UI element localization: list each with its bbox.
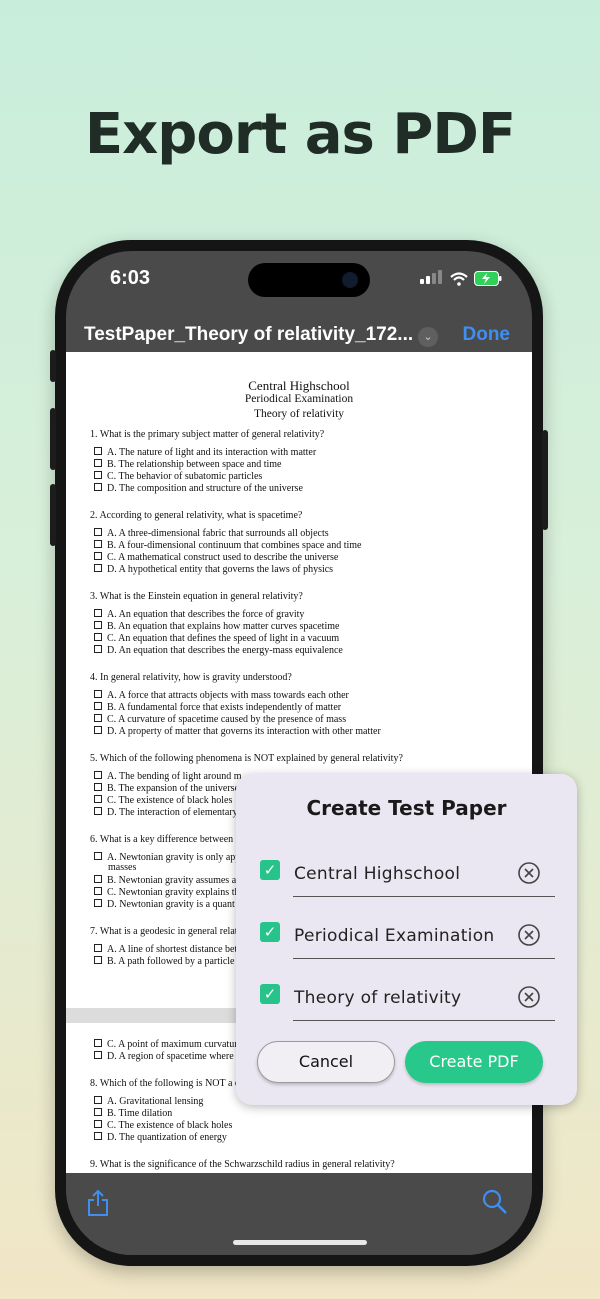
option-item: B. A path followed by a particle (94, 956, 234, 968)
option-item: B. A fundamental force that exists indep… (94, 702, 341, 714)
exam-field[interactable]: Periodical Examination (294, 926, 494, 946)
question-text: 4. In general relativity, how is gravity… (90, 672, 292, 683)
clear-circle-x-icon[interactable] (518, 924, 540, 946)
cancel-button[interactable]: Cancel (257, 1041, 395, 1083)
option-item: C. The existence of black holes (94, 795, 232, 807)
option-item: D. The composition and structure of the … (94, 483, 303, 495)
option-item-continuation: masses (108, 862, 137, 873)
clear-circle-x-icon[interactable] (518, 862, 540, 884)
option-item: A. An equation that describes the force … (94, 609, 304, 621)
option-item: C. A point of maximum curvatur (94, 1039, 238, 1051)
option-item: C. A mathematical construct used to desc… (94, 552, 338, 564)
option-item: A. Gravitational lensing (94, 1096, 203, 1108)
field-underline (293, 958, 555, 959)
option-item: B. The relationship between space and ti… (94, 459, 281, 471)
option-item: C. Newtonian gravity explains th (94, 887, 239, 899)
battery-charging-icon (474, 271, 502, 286)
option-item: D. A property of matter that governs its… (94, 726, 381, 738)
question-text: 8. Which of the following is NOT a c (90, 1078, 240, 1089)
school-field[interactable]: Central Highschool (294, 864, 460, 884)
question-text: 7. What is a geodesic in general relat (90, 926, 238, 937)
question-text: 3. What is the Einstein equation in gene… (90, 591, 303, 602)
checkbox-checked-icon[interactable]: ✓ (260, 984, 280, 1004)
question-text: 9. What is the significance of the Schwa… (90, 1159, 395, 1170)
signal-icon (420, 269, 444, 288)
field-row-school: ✓ Central Highschool (236, 860, 577, 916)
question-text: 6. What is a key difference between N (90, 834, 243, 845)
status-icons (420, 269, 502, 288)
option-item: A. A three-dimensional fabric that surro… (94, 528, 329, 540)
field-row-exam: ✓ Periodical Examination (236, 922, 577, 978)
checkbox-checked-icon[interactable]: ✓ (260, 922, 280, 942)
option-item: A. A force that attracts objects with ma… (94, 690, 349, 702)
search-icon[interactable] (482, 1189, 508, 1215)
exam-name: Periodical Examination (244, 393, 354, 405)
option-item: B. A four-dimensional continuum that com… (94, 540, 361, 552)
document-title[interactable]: TestPaper_Theory of relativity_172... (84, 324, 413, 346)
action-button (50, 350, 56, 382)
field-row-subject: ✓ Theory of relativity (236, 984, 577, 1040)
question-text: 1. What is the primary subject matter of… (90, 429, 325, 440)
clear-circle-x-icon[interactable] (518, 986, 540, 1008)
create-test-paper-dialog: Create Test Paper ✓ Central Highschool ✓… (236, 774, 577, 1105)
school-name: Central Highschool (248, 378, 350, 393)
home-indicator (233, 1240, 367, 1245)
option-item: B. Newtonian gravity assumes a (94, 875, 236, 887)
field-underline (293, 896, 555, 897)
subject-field[interactable]: Theory of relativity (294, 988, 461, 1008)
option-item: D. The quantization of energy (94, 1132, 227, 1144)
chevron-down-icon[interactable]: ⌄ (418, 327, 438, 347)
power-button (542, 430, 548, 530)
option-item: A. A line of shortest distance bet (94, 944, 237, 956)
option-item: A. The nature of light and its interacti… (94, 447, 316, 459)
checkbox-checked-icon[interactable]: ✓ (260, 860, 280, 880)
document-nav-bar: TestPaper_Theory of relativity_172... ⌄ … (66, 315, 532, 357)
question-text: 5. Which of the following phenomena is N… (90, 753, 403, 764)
volume-down-button (50, 484, 56, 546)
option-item: A. The bending of light around m (94, 771, 242, 783)
done-button[interactable]: Done (463, 324, 511, 346)
subject-name: Theory of relativity (253, 408, 345, 420)
option-item: D. An equation that describes the energy… (94, 645, 343, 657)
option-item: D. A hypothetical entity that governs th… (94, 564, 333, 576)
create-pdf-button[interactable]: Create PDF (405, 1041, 543, 1083)
option-item: C. The existence of black holes (94, 1120, 232, 1132)
option-item: B. Time dilation (94, 1108, 172, 1120)
option-item: D. Newtonian gravity is a quant (94, 899, 235, 911)
phone-frame: 6:03 TestPaper_Theory of relativity_172.… (50, 240, 548, 1266)
status-time: 6:03 (110, 267, 151, 289)
option-item: B. The expansion of the universe (94, 783, 239, 795)
option-item: C. An equation that defines the speed of… (94, 633, 339, 645)
share-icon[interactable] (86, 1189, 110, 1217)
option-item: C. A curvature of spacetime caused by th… (94, 714, 346, 726)
option-item: C. The behavior of subatomic particles (94, 471, 262, 483)
question-text: 2. According to general relativity, what… (90, 510, 303, 521)
option-item: D. The interaction of elementary (94, 807, 238, 819)
camera-icon (342, 272, 358, 288)
option-item: D. A region of spacetime where g (94, 1051, 241, 1063)
option-item: B. An equation that explains how matter … (94, 621, 339, 633)
dialog-title: Create Test Paper (306, 796, 507, 820)
wifi-icon (450, 271, 468, 286)
field-underline (293, 1020, 555, 1021)
dynamic-island (248, 263, 370, 297)
headline: Export as PDF (84, 102, 516, 167)
volume-up-button (50, 408, 56, 470)
